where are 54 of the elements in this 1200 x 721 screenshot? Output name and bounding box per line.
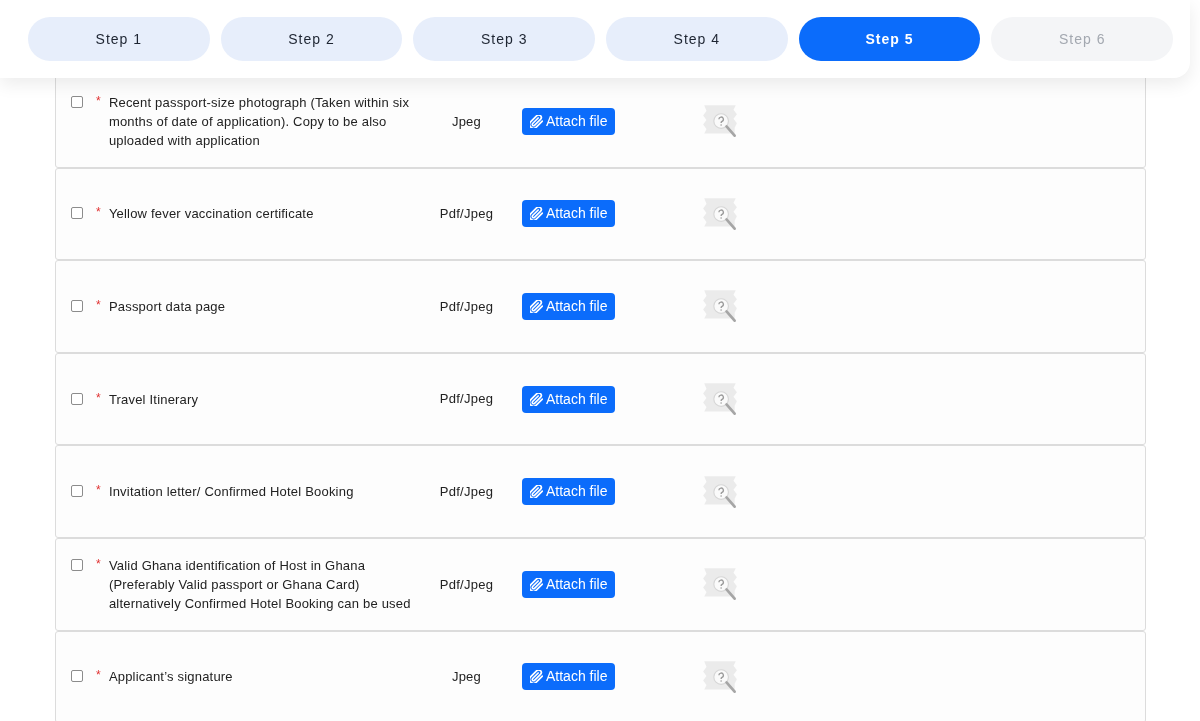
checkbox[interactable] [71, 485, 83, 498]
document-description: Yellow fever vaccination certificate [108, 205, 315, 224]
attach-file-button[interactable]: Attach file [522, 570, 616, 598]
file-type-label: Jpeg [451, 112, 482, 131]
magnifier-question-icon[interactable] [702, 103, 739, 140]
document-description: Travel Itinerary [108, 390, 200, 409]
document-description: Passport data page [108, 298, 227, 316]
file-type-label: Pdf/Jpeg [439, 205, 494, 224]
magnifier-question-icon[interactable] [702, 195, 739, 232]
step-tab[interactable]: Step 2 [220, 17, 403, 61]
magnifier-question-icon[interactable] [702, 566, 739, 603]
magnifier-question-icon[interactable] [702, 473, 739, 510]
paperclip-icon [530, 392, 543, 406]
checkbox[interactable] [71, 300, 83, 312]
magnifier-question-icon[interactable] [702, 288, 739, 325]
attach-file-button[interactable]: Attach file [522, 200, 616, 228]
paperclip-icon [530, 207, 543, 221]
document-description: Valid Ghana identification of Host in Ghana (Preferably Valid passport or Ghana Card) alternatively Confirmed Hotel Booking can be used [108, 556, 411, 613]
paperclip-icon [530, 300, 543, 313]
checkbox[interactable] [71, 558, 83, 571]
paperclip-icon [530, 670, 543, 684]
file-type-label: Pdf/Jpeg [439, 575, 494, 594]
attach-file-button[interactable]: Attach file [522, 293, 616, 320]
required-mark: * [96, 297, 101, 314]
step-tab[interactable]: Step 4 [606, 17, 788, 61]
document-description: Invitation letter/ Confirmed Hotel Booking [108, 483, 355, 502]
attach-file-button[interactable]: Attach file [522, 385, 616, 413]
magnifier-question-icon[interactable] [702, 658, 739, 695]
paperclip-icon [530, 114, 543, 128]
attach-file-button[interactable]: Attach file [522, 107, 616, 135]
required-mark: * [96, 389, 101, 407]
step-tab[interactable]: Step 1 [28, 17, 210, 61]
required-mark: * [96, 92, 101, 110]
checkbox[interactable] [71, 392, 83, 405]
required-mark: * [96, 204, 101, 222]
file-type-label: Pdf/Jpeg [439, 297, 494, 316]
magnifier-question-icon[interactable] [702, 381, 739, 418]
checkbox[interactable] [71, 95, 83, 108]
file-type-label: Pdf/Jpeg [439, 482, 494, 501]
required-mark: * [96, 555, 101, 573]
step-tab[interactable]: Step 5 [798, 17, 981, 61]
attach-file-button[interactable]: Attach file [522, 663, 616, 691]
attach-file-button[interactable]: Attach file [522, 478, 616, 506]
checkbox[interactable] [71, 207, 83, 220]
file-type-label: Pdf/Jpeg [439, 390, 494, 409]
paperclip-icon [530, 577, 543, 591]
required-mark: * [96, 667, 101, 685]
document-description: Recent passport-size photograph (Taken within six months of date of application). Copy to be also uploaded with application [108, 93, 411, 150]
required-mark: * [96, 482, 101, 500]
checkbox[interactable] [71, 670, 83, 683]
file-type-label: Jpeg [451, 668, 482, 687]
paperclip-icon [530, 485, 543, 499]
document-description: Applicant’s signature [108, 668, 234, 687]
step-tab[interactable]: Step 3 [413, 17, 595, 61]
